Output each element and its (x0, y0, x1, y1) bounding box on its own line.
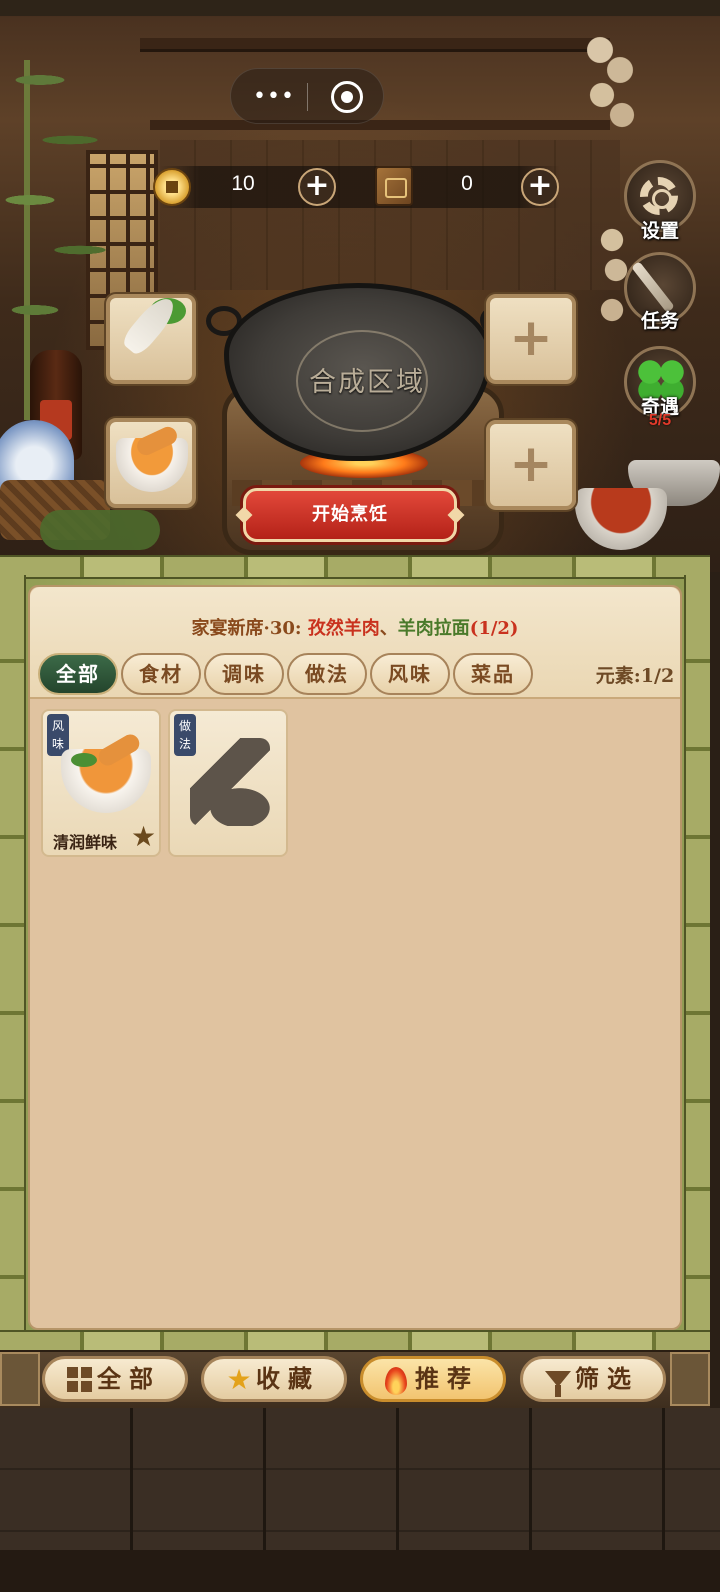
star-icon: ★ (226, 1363, 252, 1396)
nav-recommended-button[interactable]: 推荐 (360, 1356, 506, 1402)
nav-favorites-button[interactable]: ★ 收藏 (201, 1356, 347, 1402)
coin-amount: 10 (231, 172, 255, 195)
add-books-button[interactable]: + (521, 168, 559, 206)
grid-icon (67, 1367, 93, 1393)
status-strip (0, 0, 720, 16)
quest-progress: (1/2) (469, 618, 519, 639)
tab-flavor[interactable]: 风味 (370, 653, 450, 695)
favorite-star-icon[interactable]: ★ (131, 823, 159, 851)
hanging-garlic (580, 20, 640, 130)
nav-corner-ornament-left (0, 1352, 40, 1406)
synthesis-area-label: 合成区域 (309, 367, 425, 398)
start-cooking-label: 开始烹饪 (312, 504, 388, 525)
quest-description: 家宴新席·30: 孜然羊肉、羊肉拉面(1/2) (30, 614, 680, 640)
book-amount: 0 (461, 172, 473, 195)
floor-edge (0, 1550, 720, 1592)
bamboo-border-top (0, 555, 710, 579)
tab-dishes[interactable]: 菜品 (453, 653, 533, 695)
nav-all-button[interactable]: 全部 (42, 1356, 188, 1402)
add-slot-icon: + (509, 434, 553, 494)
chili-spice-bowl (575, 488, 667, 550)
tasks-label: 任务 (640, 310, 679, 332)
quest-title: 家宴新席·30: (191, 618, 302, 639)
tab-all[interactable]: 全部 (38, 653, 118, 695)
nav-filter-button[interactable]: 筛选 (520, 1356, 666, 1402)
wall-planks (160, 140, 620, 290)
bamboo-border-right (684, 575, 710, 1345)
bamboo-border-left (0, 575, 26, 1345)
ingredient-slot-right-top[interactable]: + (486, 294, 576, 384)
green-beans (40, 510, 160, 550)
tab-ingredients[interactable]: 食材 (121, 653, 201, 695)
nav-all-label: 全部 (97, 1364, 161, 1393)
greens-icon (71, 753, 97, 767)
settings-label: 设置 (640, 220, 679, 242)
add-slot-icon: + (509, 308, 553, 368)
nav-corner-ornament-right (670, 1352, 710, 1406)
bamboo-border-bottom (0, 1330, 710, 1352)
ingredient-slot-right-bottom[interactable]: + (486, 420, 576, 510)
locked-silhouette-icon (190, 738, 270, 826)
wooden-shelf (140, 38, 610, 52)
element-count: 元素:1/2 (595, 665, 675, 687)
quest-dish-1[interactable]: 孜然羊肉 (308, 618, 380, 639)
close-target-icon[interactable] (331, 81, 363, 113)
card-name: 清润鲜味 (53, 833, 118, 852)
copper-coin-icon (153, 168, 191, 206)
add-coins-button[interactable]: + (298, 168, 336, 206)
element-card-flavor[interactable]: 风味 清润鲜味 ★ (41, 709, 161, 857)
quest-separator: 、 (379, 618, 398, 639)
nav-recommended-label: 推荐 (415, 1364, 479, 1393)
capsule-divider (307, 83, 308, 111)
fire-icon (385, 1367, 407, 1395)
gear-icon (640, 177, 678, 215)
more-options-icon[interactable]: ••• (253, 83, 294, 111)
recipe-book-icon (375, 166, 413, 206)
nav-filter-label: 筛选 (575, 1364, 639, 1393)
funnel-icon (545, 1371, 571, 1397)
miniprogram-capsule: ••• (230, 68, 384, 124)
start-cooking-button[interactable]: 开始烹饪 (243, 488, 457, 542)
tab-seasoning[interactable]: 调味 (204, 653, 284, 695)
quest-dish-2[interactable]: 羊肉拉面 (398, 618, 470, 639)
encounter-count: 5/5 (648, 412, 672, 429)
nav-favorites-label: 收藏 (256, 1364, 320, 1393)
wooden-shelf-lower (150, 120, 610, 130)
tab-technique[interactable]: 做法 (287, 653, 367, 695)
